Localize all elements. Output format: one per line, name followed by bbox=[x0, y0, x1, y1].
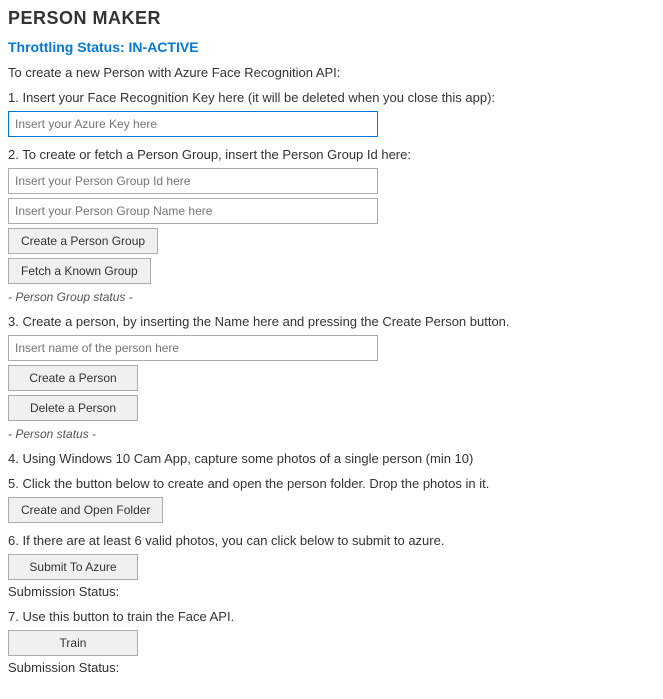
person-status: - Person status - bbox=[8, 427, 655, 441]
person-group-status: - Person Group status - bbox=[8, 290, 655, 304]
person-name-input[interactable] bbox=[8, 335, 378, 361]
step5-label: 5. Click the button below to create and … bbox=[8, 476, 655, 491]
step1-label: 1. Insert your Face Recognition Key here… bbox=[8, 90, 655, 105]
submit-to-azure-button[interactable]: Submit To Azure bbox=[8, 554, 138, 580]
throttle-status: Throttling Status: IN-ACTIVE bbox=[8, 39, 655, 55]
step3-label: 3. Create a person, by inserting the Nam… bbox=[8, 314, 655, 329]
train-button[interactable]: Train bbox=[8, 630, 138, 656]
step6-label: 6. If there are at least 6 valid photos,… bbox=[8, 533, 655, 548]
create-person-button[interactable]: Create a Person bbox=[8, 365, 138, 391]
step4-label: 4. Using Windows 10 Cam App, capture som… bbox=[8, 451, 655, 466]
delete-person-button[interactable]: Delete a Person bbox=[8, 395, 138, 421]
submission-status-label-6: Submission Status: bbox=[8, 584, 655, 599]
person-group-id-input[interactable] bbox=[8, 168, 378, 194]
intro-text: To create a new Person with Azure Face R… bbox=[8, 65, 655, 80]
step7-label: 7. Use this button to train the Face API… bbox=[8, 609, 655, 624]
fetch-known-group-button[interactable]: Fetch a Known Group bbox=[8, 258, 151, 284]
azure-key-input[interactable] bbox=[8, 111, 378, 137]
step2-label: 2. To create or fetch a Person Group, in… bbox=[8, 147, 655, 162]
create-person-group-button[interactable]: Create a Person Group bbox=[8, 228, 158, 254]
submission-status-label-7: Submission Status: bbox=[8, 660, 655, 675]
create-open-folder-button[interactable]: Create and Open Folder bbox=[8, 497, 163, 523]
app-title: PERSON MAKER bbox=[8, 8, 655, 29]
person-group-name-input[interactable] bbox=[8, 198, 378, 224]
